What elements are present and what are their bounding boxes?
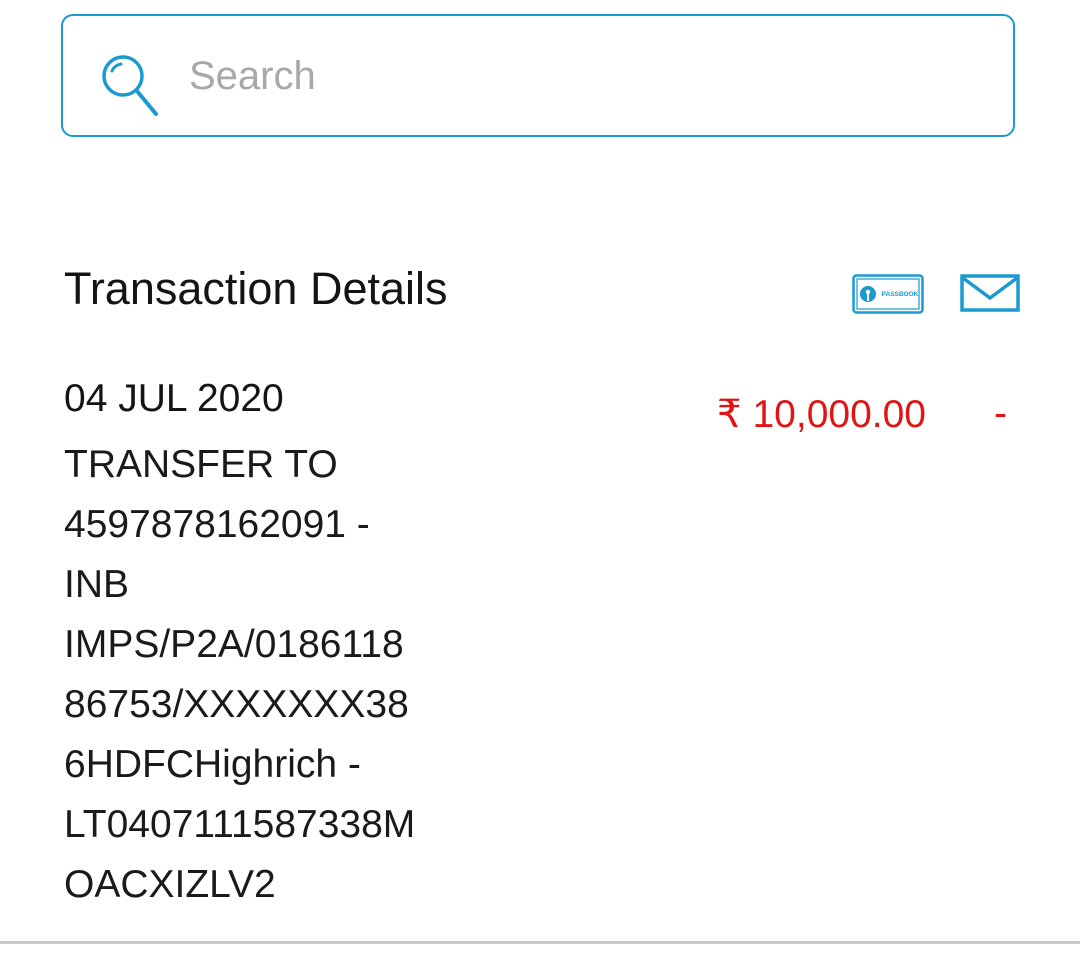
transaction-description: TRANSFER TO 4597878162091 - INB IMPS/P2A… [64, 435, 504, 915]
passbook-label: PASSBOOK [882, 291, 919, 298]
search-icon[interactable] [101, 54, 161, 118]
divider [0, 941, 1080, 944]
description-line: 6HDFCHighrich - [64, 743, 361, 786]
description-line: INB [64, 563, 130, 606]
description-line: IMPS/P2A/0186118 [64, 623, 404, 666]
search-bar[interactable] [61, 14, 1015, 137]
debit-indicator: - [994, 392, 1007, 435]
description-line: OACXIZLV2 [64, 863, 276, 906]
description-line: 4597878162091 - [64, 503, 370, 546]
description-line: TRANSFER TO [64, 443, 338, 486]
passbook-icon[interactable]: PASSBOOK [852, 274, 924, 314]
page-title: Transaction Details [64, 263, 448, 314]
description-line: LT0407111587338M [64, 803, 416, 846]
transaction-amount: ₹ 10,000.00 [716, 393, 926, 436]
transaction-date: 04 JUL 2020 [64, 377, 284, 420]
description-line: 86753/XXXXXXX38 [64, 683, 409, 726]
search-input[interactable] [189, 44, 969, 108]
mail-icon[interactable] [960, 274, 1020, 314]
